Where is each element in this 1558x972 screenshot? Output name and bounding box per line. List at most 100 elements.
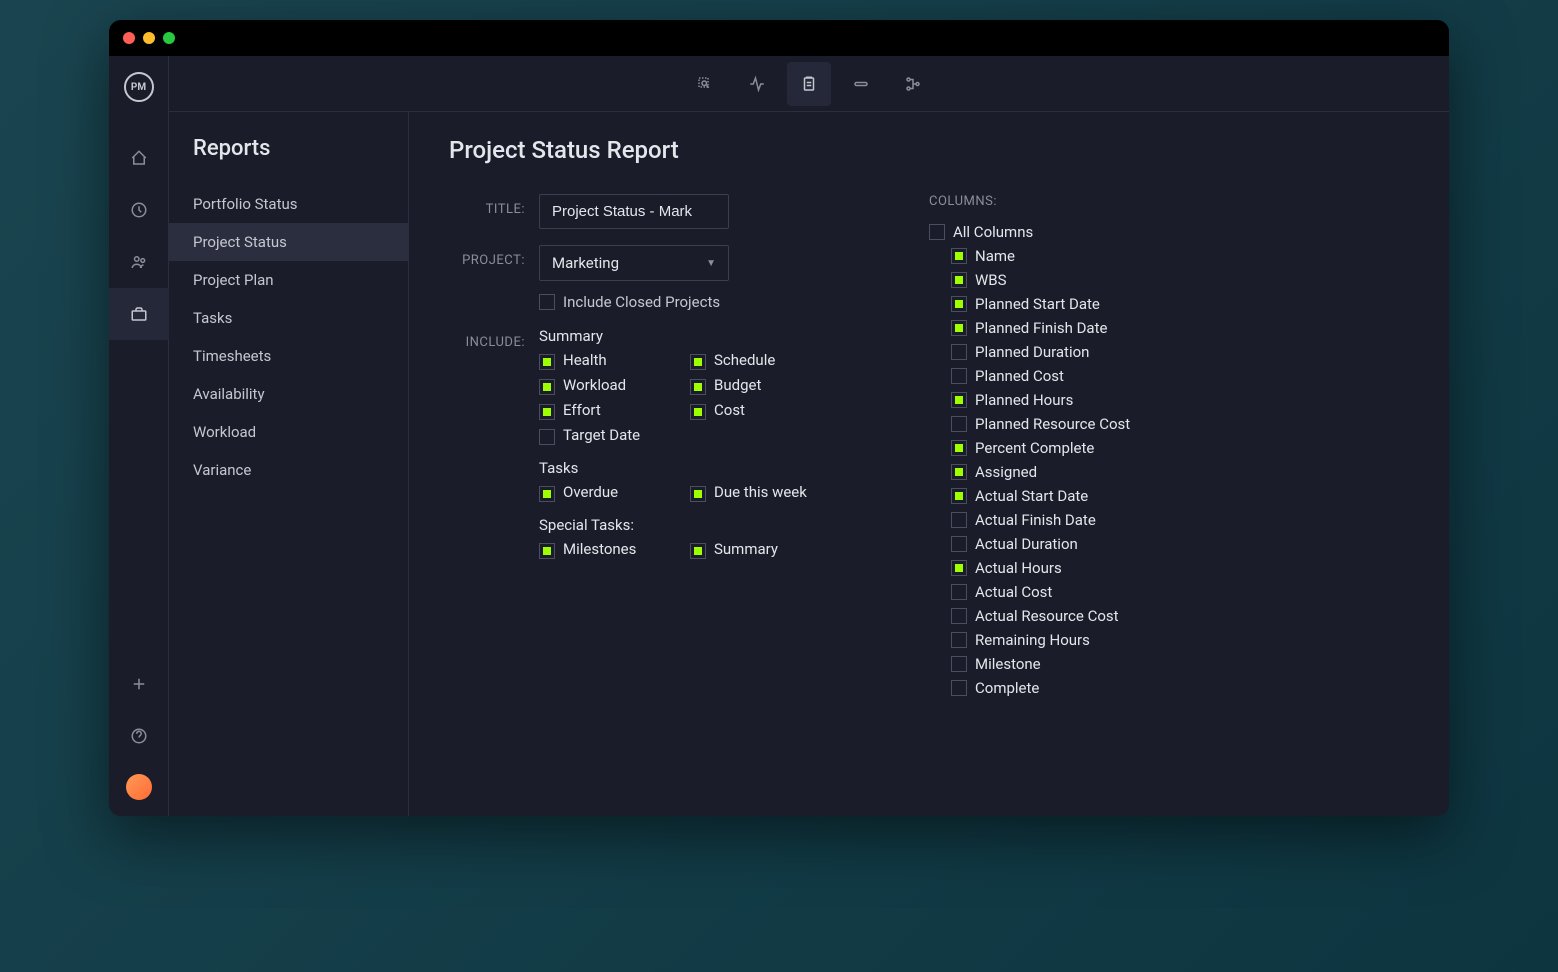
summary-label: Target Date: [563, 426, 640, 444]
avatar[interactable]: [126, 774, 152, 800]
minimize-icon[interactable]: [143, 32, 155, 44]
column-label: Milestone: [975, 655, 1041, 673]
column-checkbox-name[interactable]: [951, 248, 967, 264]
column-checkbox-complete[interactable]: [951, 680, 967, 696]
topbar: [169, 56, 1449, 112]
report-panel: Project Status Report TITLE: PROJECT:: [409, 112, 1449, 816]
team-icon[interactable]: [109, 236, 169, 288]
sidebar-item-workload[interactable]: Workload: [169, 413, 408, 451]
special-label: Milestones: [563, 540, 636, 558]
summary-label: Effort: [563, 401, 601, 419]
title-label: TITLE:: [449, 194, 539, 217]
clock-icon[interactable]: [109, 184, 169, 236]
column-label: Percent Complete: [975, 439, 1094, 457]
app-window: PM: [109, 20, 1449, 816]
column-label: WBS: [975, 271, 1007, 289]
column-label: Assigned: [975, 463, 1037, 481]
column-checkbox-actual-hours[interactable]: [951, 560, 967, 576]
column-checkbox-planned-cost[interactable]: [951, 368, 967, 384]
project-value: Marketing: [552, 254, 619, 272]
summary-checkbox-effort[interactable]: [539, 404, 555, 420]
column-label: Remaining Hours: [975, 631, 1090, 649]
column-checkbox-assigned[interactable]: [951, 464, 967, 480]
summary-checkbox-schedule[interactable]: [690, 354, 706, 370]
tasks-checkbox-due-this-week[interactable]: [690, 486, 706, 502]
plus-icon[interactable]: [109, 658, 169, 710]
include-closed-label: Include Closed Projects: [563, 293, 720, 311]
sidebar-item-availability[interactable]: Availability: [169, 375, 408, 413]
sidebar-item-tasks[interactable]: Tasks: [169, 299, 408, 337]
help-icon[interactable]: [109, 710, 169, 762]
link-icon[interactable]: [839, 62, 883, 106]
search-icon[interactable]: [683, 62, 727, 106]
sidebar-item-variance[interactable]: Variance: [169, 451, 408, 489]
page-title: Project Status Report: [449, 136, 1409, 164]
clipboard-icon[interactable]: [787, 62, 831, 106]
tasks-checkbox-overdue[interactable]: [539, 486, 555, 502]
column-checkbox-planned-hours[interactable]: [951, 392, 967, 408]
column-checkbox-milestone[interactable]: [951, 656, 967, 672]
close-icon[interactable]: [123, 32, 135, 44]
column-label: Complete: [975, 679, 1039, 697]
column-checkbox-planned-duration[interactable]: [951, 344, 967, 360]
column-label: Actual Cost: [975, 583, 1052, 601]
column-label: Name: [975, 247, 1015, 265]
summary-label: Budget: [714, 376, 761, 394]
title-input[interactable]: [539, 194, 729, 229]
column-checkbox-actual-start-date[interactable]: [951, 488, 967, 504]
column-checkbox-remaining-hours[interactable]: [951, 632, 967, 648]
all-columns-label: All Columns: [953, 223, 1033, 241]
project-select[interactable]: Marketing ▼: [539, 245, 729, 281]
sidebar-item-portfolio-status[interactable]: Portfolio Status: [169, 185, 408, 223]
column-label: Actual Duration: [975, 535, 1078, 553]
sidebar-item-project-status[interactable]: Project Status: [169, 223, 408, 261]
column-checkbox-wbs[interactable]: [951, 272, 967, 288]
chevron-down-icon: ▼: [706, 258, 716, 269]
summary-checkbox-target-date[interactable]: [539, 429, 555, 445]
column-checkbox-planned-resource-cost[interactable]: [951, 416, 967, 432]
column-label: Planned Finish Date: [975, 319, 1107, 337]
summary-label: Schedule: [714, 351, 775, 369]
column-checkbox-actual-duration[interactable]: [951, 536, 967, 552]
tasks-label: Overdue: [563, 483, 618, 501]
special-checkbox-milestones[interactable]: [539, 543, 555, 559]
maximize-icon[interactable]: [163, 32, 175, 44]
summary-heading: Summary: [539, 327, 829, 345]
columns-title: COLUMNS:: [929, 194, 1130, 209]
column-label: Planned Resource Cost: [975, 415, 1130, 433]
project-label: PROJECT:: [449, 245, 539, 268]
column-checkbox-actual-cost[interactable]: [951, 584, 967, 600]
summary-label: Health: [563, 351, 607, 369]
summary-label: Cost: [714, 401, 745, 419]
summary-label: Workload: [563, 376, 626, 394]
summary-checkbox-health[interactable]: [539, 354, 555, 370]
special-heading: Special Tasks:: [539, 516, 829, 534]
activity-icon[interactable]: [735, 62, 779, 106]
sidebar-title: Reports: [169, 136, 408, 185]
hierarchy-icon[interactable]: [891, 62, 935, 106]
include-closed-checkbox[interactable]: [539, 294, 555, 310]
column-checkbox-planned-finish-date[interactable]: [951, 320, 967, 336]
column-label: Actual Hours: [975, 559, 1062, 577]
column-label: Actual Finish Date: [975, 511, 1096, 529]
column-label: Planned Cost: [975, 367, 1064, 385]
special-checkbox-summary[interactable]: [690, 543, 706, 559]
column-label: Planned Hours: [975, 391, 1073, 409]
summary-checkbox-workload[interactable]: [539, 379, 555, 395]
column-label: Actual Start Date: [975, 487, 1088, 505]
summary-checkbox-budget[interactable]: [690, 379, 706, 395]
column-label: Planned Duration: [975, 343, 1089, 361]
column-checkbox-planned-start-date[interactable]: [951, 296, 967, 312]
sidebar-item-project-plan[interactable]: Project Plan: [169, 261, 408, 299]
column-checkbox-actual-resource-cost[interactable]: [951, 608, 967, 624]
sidebar-item-timesheets[interactable]: Timesheets: [169, 337, 408, 375]
app-logo[interactable]: PM: [124, 72, 154, 102]
tasks-heading: Tasks: [539, 459, 829, 477]
all-columns-checkbox[interactable]: [929, 224, 945, 240]
titlebar: [109, 20, 1449, 56]
column-checkbox-actual-finish-date[interactable]: [951, 512, 967, 528]
home-icon[interactable]: [109, 132, 169, 184]
column-checkbox-percent-complete[interactable]: [951, 440, 967, 456]
summary-checkbox-cost[interactable]: [690, 404, 706, 420]
briefcase-icon[interactable]: [109, 288, 169, 340]
